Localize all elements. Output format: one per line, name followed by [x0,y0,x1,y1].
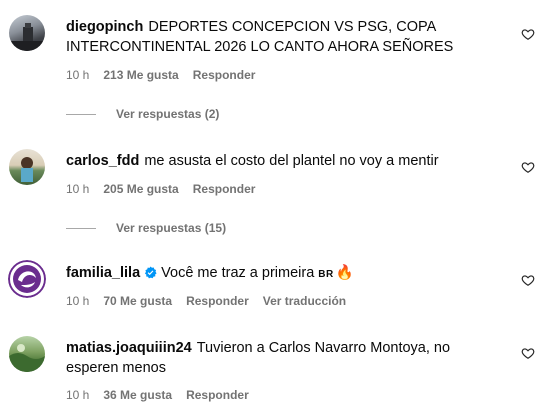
translate-button[interactable]: Ver traducción [263,294,346,308]
fire-emoji: 🔥 [335,265,354,281]
likes-count[interactable]: 36 Me gusta [103,388,172,402]
reply-button[interactable]: Responder [186,294,249,308]
comment-meta: 10 h 70 Me gusta Responder Ver traducción [66,294,360,308]
username[interactable]: carlos_fdd [66,153,139,169]
reply-button[interactable]: Responder [193,68,256,82]
view-replies-label: Ver respuestas (15) [116,221,227,235]
comment-item: familia_lila Você me traz a primeira BR 🔥 1… [0,240,550,320]
flag-br: BR [318,269,334,280]
username[interactable]: diegopinch [66,19,143,35]
view-replies-button[interactable]: Ver respuestas (15) [66,221,226,235]
avatar[interactable] [9,149,45,185]
username[interactable]: matias.joaquiiin24 [66,340,192,356]
comment-item: diegopinch DEPORTES CONCEPCION VS PSG, CO… [0,0,550,125]
timestamp: 10 h [66,182,90,196]
comment-text-block: carlos_fdd me asusta el costo del plantel… [66,151,486,171]
comment-meta: 10 h 205 Me gusta Responder [66,182,269,196]
heart-icon[interactable] [521,273,535,287]
reply-button[interactable]: Responder [186,388,249,402]
heart-icon[interactable] [521,346,535,360]
timestamp: 10 h [66,388,90,402]
timestamp: 10 h [66,68,90,82]
view-replies-label: Ver respuestas (2) [116,107,220,121]
comment-text: Você me traz a primeira [161,265,315,281]
comment-meta: 10 h 213 Me gusta Responder [66,68,269,82]
avatar[interactable] [9,15,45,51]
comment-text-block: familia_lila Você me traz a primeira BR 🔥 [66,263,486,285]
likes-count[interactable]: 213 Me gusta [103,68,178,82]
verified-badge-icon [145,266,157,279]
comment-meta: 10 h 36 Me gusta Responder [66,388,263,402]
view-replies-button[interactable]: Ver respuestas (2) [66,107,219,121]
likes-count[interactable]: 70 Me gusta [103,294,172,308]
likes-count[interactable]: 205 Me gusta [103,182,178,196]
heart-icon[interactable] [521,160,535,174]
heart-icon[interactable] [521,27,535,41]
comment-text: me asusta el costo del plantel no voy a … [144,153,439,169]
comment-item: matias.joaquiiin24 Tuvieron a Carlos Nava… [0,320,550,404]
timestamp: 10 h [66,294,90,308]
divider-line [66,113,96,115]
club-logo-icon [8,260,46,298]
comment-text-block: diegopinch DEPORTES CONCEPCION VS PSG, CO… [66,17,486,57]
comment-item: carlos_fdd me asusta el costo del plantel… [0,125,550,240]
reply-button[interactable]: Responder [193,182,256,196]
divider-line [66,227,96,229]
avatar[interactable] [8,260,46,298]
avatar[interactable] [9,336,45,372]
username[interactable]: familia_lila [66,265,140,281]
comment-text-block: matias.joaquiiin24 Tuvieron a Carlos Nava… [66,338,466,378]
